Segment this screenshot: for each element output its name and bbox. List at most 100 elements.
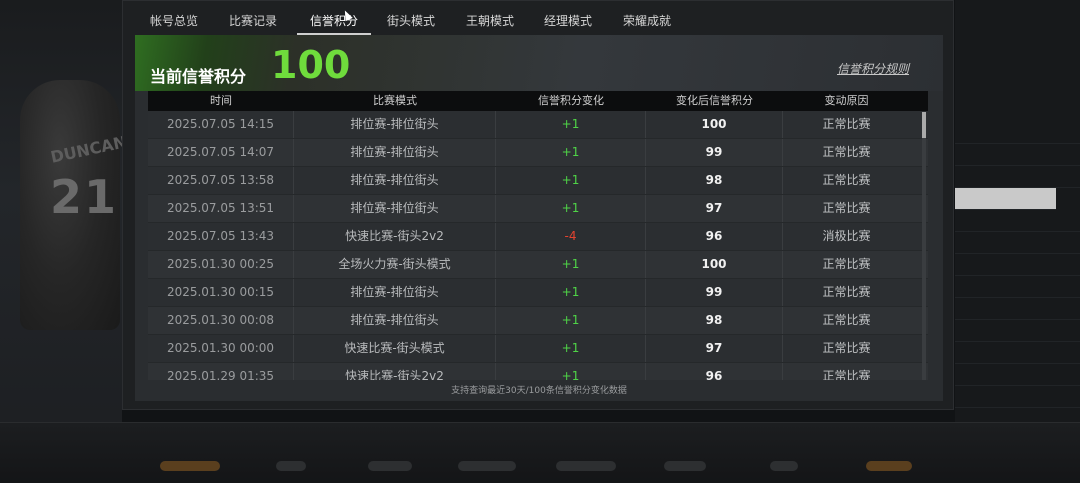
cell-time: 2025.07.05 13:51 <box>148 195 294 222</box>
cell-mode: 排位赛-排位街头 <box>294 167 496 194</box>
table-row: 2025.01.30 00:25 全场火力赛-街头模式 +1 100 正常比赛 <box>148 251 928 279</box>
column-header-after: 变化后信誉积分 <box>676 94 753 107</box>
cell-reason: 正常比赛 <box>822 257 871 271</box>
credit-label: 当前信誉积分 <box>150 67 247 86</box>
cell-time: 2025.01.30 00:08 <box>148 307 294 334</box>
cell-reason: 消极比赛 <box>822 229 871 243</box>
credit-rules-link[interactable]: 信誉积分规则 <box>837 60 909 77</box>
table-body: 2025.07.05 14:15 排位赛-排位街头 +1 100 正常比赛 2025.07… <box>148 111 928 380</box>
credit-history-table: 时间 比赛模式 信誉积分变化 变化后信誉积分 变动原因 2025.07.05 1… <box>148 91 928 380</box>
credit-score-panel: 当前信誉积分 100 信誉积分规则 时间 比赛模式 信誉积分变化 变化后信誉积分… <box>135 35 943 401</box>
table-header: 时间 比赛模式 信誉积分变化 变化后信誉积分 变动原因 <box>148 91 928 111</box>
cell-change: +1 <box>496 307 646 334</box>
cell-time: 2025.01.29 01:35 <box>148 363 294 380</box>
table-scrollbar[interactable] <box>922 112 926 380</box>
table-row: 2025.07.05 13:51 排位赛-排位街头 +1 97 正常比赛 <box>148 195 928 223</box>
ranking-row <box>955 342 1080 364</box>
cell-time: 2025.01.30 00:15 <box>148 279 294 306</box>
ranking-row <box>955 144 1080 166</box>
cell-after: 96 <box>646 363 783 380</box>
ranking-row <box>955 254 1080 276</box>
ranking-row <box>955 320 1080 342</box>
cell-time: 2025.07.05 13:43 <box>148 223 294 250</box>
background-ranking-panel <box>955 0 1080 482</box>
scrollbar-thumb[interactable] <box>922 112 926 138</box>
cell-time: 2025.07.05 13:58 <box>148 167 294 194</box>
bottom-nav-item <box>664 461 706 471</box>
bottom-nav-item <box>458 461 516 471</box>
credit-header: 当前信誉积分 100 信誉积分规则 <box>135 35 943 91</box>
table-row: 2025.07.05 14:07 排位赛-排位街头 +1 99 正常比赛 <box>148 139 928 167</box>
cell-after: 100 <box>646 111 783 138</box>
cell-after: 98 <box>646 307 783 334</box>
cell-after: 99 <box>646 279 783 306</box>
column-header-mode: 比赛模式 <box>373 94 417 107</box>
bottom-nav-item <box>160 461 220 471</box>
cell-reason: 正常比赛 <box>822 313 871 327</box>
table-row: 2025.01.30 00:15 排位赛-排位街头 +1 99 正常比赛 <box>148 279 928 307</box>
cell-reason: 正常比赛 <box>822 341 871 355</box>
bottom-nav-item <box>556 461 616 471</box>
tab-dynasty-mode[interactable]: 王朝模式 <box>466 9 514 33</box>
cell-reason: 正常比赛 <box>822 201 871 215</box>
cell-after: 98 <box>646 167 783 194</box>
cell-change: +1 <box>496 279 646 306</box>
cell-mode: 排位赛-排位街头 <box>294 279 496 306</box>
cell-change: +1 <box>496 251 646 278</box>
bottom-nav-item <box>276 461 306 471</box>
table-row: 2025.07.05 14:15 排位赛-排位街头 +1 100 正常比赛 <box>148 111 928 139</box>
cell-mode: 排位赛-排位街头 <box>294 195 496 222</box>
cell-after: 96 <box>646 223 783 250</box>
tab-honor-achievements[interactable]: 荣耀成就 <box>623 9 671 33</box>
tab-match-records[interactable]: 比赛记录 <box>229 9 277 33</box>
bottom-nav-item <box>770 461 798 471</box>
cell-mode: 全场火力赛-街头模式 <box>294 251 496 278</box>
ranking-row <box>955 232 1080 254</box>
query-limit-note: 支持查询最近30天/100条信誉积分变化数据 <box>451 386 627 396</box>
table-row: 2025.07.05 13:43 快速比赛-街头2v2 -4 96 消极比赛 <box>148 223 928 251</box>
table-row: 2025.01.29 01:35 快速比赛-街头2v2 +1 96 正常比赛 <box>148 363 928 380</box>
table-row: 2025.01.30 00:08 排位赛-排位街头 +1 98 正常比赛 <box>148 307 928 335</box>
ranking-row-highlight <box>955 188 1056 210</box>
bottom-nav-item <box>368 461 412 471</box>
cell-mode: 排位赛-排位街头 <box>294 307 496 334</box>
cell-reason: 正常比赛 <box>822 285 871 299</box>
table-row: 2025.01.30 00:00 快速比赛-街头模式 +1 97 正常比赛 <box>148 335 928 363</box>
cell-time: 2025.07.05 14:07 <box>148 139 294 166</box>
column-header-time: 时间 <box>210 94 232 107</box>
tab-bar: 帐号总览 比赛记录 信誉积分 街头模式 王朝模式 经理模式 荣耀成就 <box>123 1 955 35</box>
background-player-panel: DUNCAN 21 <box>0 0 128 482</box>
ranking-row <box>955 276 1080 298</box>
background-bottom-nav <box>0 422 1080 483</box>
tab-account-overview[interactable]: 帐号总览 <box>150 9 198 33</box>
cell-mode: 快速比赛-街头2v2 <box>294 223 496 250</box>
ranking-row <box>955 386 1080 408</box>
ranking-row <box>955 298 1080 320</box>
ranking-row <box>955 122 1080 144</box>
bottom-nav-item <box>866 461 912 471</box>
cell-reason: 正常比赛 <box>822 369 871 380</box>
cell-after: 99 <box>646 139 783 166</box>
account-modal: 帐号总览 比赛记录 信誉积分 街头模式 王朝模式 经理模式 荣耀成就 当前信誉积… <box>122 0 954 410</box>
cell-change: +1 <box>496 167 646 194</box>
cell-time: 2025.01.30 00:00 <box>148 335 294 362</box>
cell-change: +1 <box>496 195 646 222</box>
ranking-row <box>955 166 1080 188</box>
cell-mode: 排位赛-排位街头 <box>294 139 496 166</box>
cell-change: +1 <box>496 111 646 138</box>
tab-manager-mode[interactable]: 经理模式 <box>544 9 592 33</box>
ranking-row <box>955 210 1080 232</box>
table-row: 2025.07.05 13:58 排位赛-排位街头 +1 98 正常比赛 <box>148 167 928 195</box>
column-header-reason: 变动原因 <box>824 94 869 107</box>
column-header-change: 信誉积分变化 <box>538 94 604 107</box>
tab-credit-score[interactable]: 信誉积分 <box>297 9 371 35</box>
cell-change: -4 <box>496 223 646 250</box>
cell-time: 2025.01.30 00:25 <box>148 251 294 278</box>
cell-time: 2025.07.05 14:15 <box>148 111 294 138</box>
tab-street-mode[interactable]: 街头模式 <box>387 9 435 33</box>
cell-change: +1 <box>496 363 646 380</box>
cell-change: +1 <box>496 335 646 362</box>
cell-reason: 正常比赛 <box>822 173 871 187</box>
cell-mode: 排位赛-排位街头 <box>294 111 496 138</box>
cell-after: 97 <box>646 195 783 222</box>
